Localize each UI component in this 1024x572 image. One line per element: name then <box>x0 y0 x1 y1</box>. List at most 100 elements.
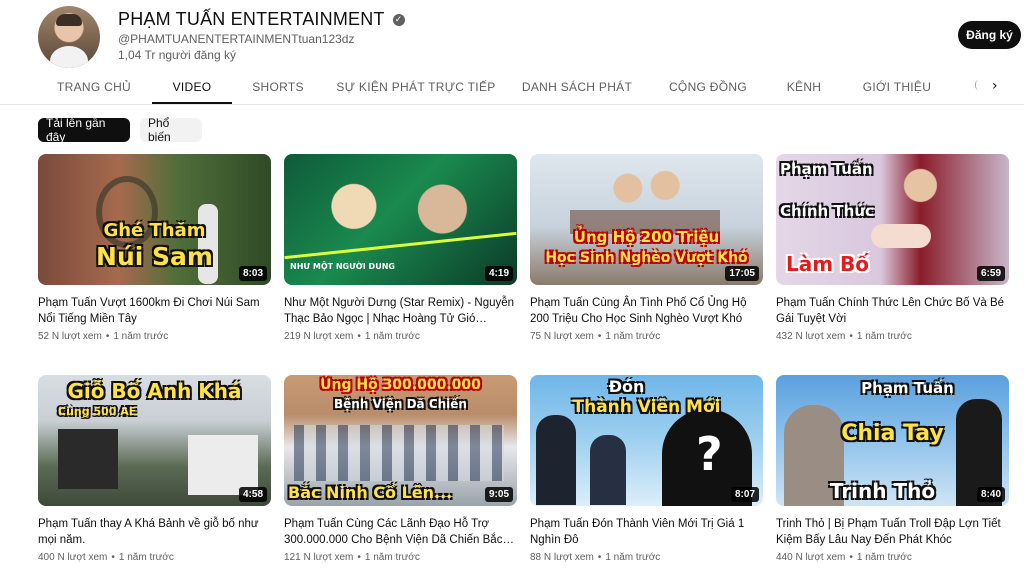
video-meta: 75 N lượt xem • 1 năm trước <box>530 331 763 342</box>
upload-age: 1 năm trước <box>364 552 420 563</box>
video-meta: 432 N lượt xem • 1 năm trước <box>776 331 1009 342</box>
view-count: 219 N lượt xem <box>284 331 354 342</box>
video-title[interactable]: Phạm Tuấn Cùng Ân Tình Phố Cổ Ủng Hộ 200… <box>530 295 763 327</box>
video-title[interactable]: Trinh Thỏ | Bị Phạm Tuấn Troll Đập Lợn T… <box>776 516 1009 548</box>
video-duration: 6:59 <box>976 266 1005 281</box>
video-duration: 8:40 <box>976 487 1005 502</box>
view-count: 400 N lượt xem <box>38 552 108 563</box>
thumbnail-text: Phạm Tuấn <box>861 379 954 397</box>
chip-recent[interactable]: Tải lên gần đây <box>38 116 130 144</box>
video-thumbnail[interactable]: Giỗ Bố Anh Khá Cùng 500 AE 4:58 <box>38 375 271 506</box>
thumbnail-text: Làm Bố <box>786 252 870 276</box>
thumbnail-text: Chia Tay <box>841 421 944 446</box>
view-count: 440 N lượt xem <box>776 552 846 563</box>
subscriber-count: 1,04 Tr người đăng ký <box>118 48 236 62</box>
upload-age: 1 năm trước <box>856 331 912 342</box>
video-duration: 4:58 <box>238 487 267 502</box>
meta-separator: • <box>597 552 602 563</box>
view-count: 52 N lượt xem <box>38 331 102 342</box>
video-title[interactable]: Phạm Tuấn Cùng Các Lãnh Đạo Hỗ Trợ 300.0… <box>284 516 517 548</box>
tab-live[interactable]: SỰ KIỆN PHÁT TRỰC TIẾP <box>332 72 500 102</box>
chevron-right-icon[interactable]: › <box>992 79 1006 93</box>
tab-videos[interactable]: VIDEO <box>152 72 232 104</box>
video-meta: 440 N lượt xem • 1 năm trước <box>776 552 1009 563</box>
video-duration: 4:19 <box>484 266 513 281</box>
thumbnail-text: Thành Viên Mới <box>572 397 721 417</box>
tab-shorts[interactable]: SHORTS <box>240 72 316 102</box>
channel-handle: @PHAMTUANENTERTAINMENTtuan123dz <box>118 32 355 46</box>
view-count: 432 N lượt xem <box>776 331 846 342</box>
video-card[interactable]: ? Đón Thành Viên Mới 8:07 Phạm Tuấn Đón … <box>530 375 763 563</box>
video-card[interactable]: Ủng Hộ 300.000.000 Bệnh Viện Dã Chiến Bắ… <box>284 375 517 563</box>
thumbnail-text: Phạm Tuấn <box>780 160 873 178</box>
video-card[interactable]: Ủng Hộ 200 Triệu Học Sinh Nghèo Vượt Khó… <box>530 154 763 342</box>
tab-channels[interactable]: KÊNH <box>776 72 832 102</box>
video-thumbnail[interactable]: NHƯ MỘT NGƯỜI DUNG 4:19 <box>284 154 517 285</box>
meta-separator: • <box>849 331 853 342</box>
thumbnail-text: Ghé Thăm <box>103 220 206 241</box>
channel-name: PHẠM TUẤN ENTERTAINMENT <box>118 9 385 29</box>
video-thumbnail[interactable]: Ủng Hộ 300.000.000 Bệnh Viện Dã Chiến Bắ… <box>284 375 517 506</box>
video-title[interactable]: Phạm Tuấn Vượt 1600km Đi Chơi Núi Sam Nổ… <box>38 295 271 327</box>
channel-tabs: TRANG CHỦ VIDEO SHORTS SỰ KIỆN PHÁT TRỰC… <box>38 72 1024 104</box>
video-thumbnail[interactable]: Ghé Thăm Núi Sam 8:03 <box>38 154 271 285</box>
video-meta: 52 N lượt xem • 1 năm trước <box>38 331 271 342</box>
meta-separator: • <box>357 552 361 563</box>
video-title[interactable]: Phạm Tuấn thay A Khá Bảnh về giỗ bố như … <box>38 516 271 548</box>
thumbnail-text: Học Sinh Nghèo Vượt Khó <box>545 250 748 266</box>
tab-search-icon[interactable] <box>975 80 980 90</box>
meta-separator: • <box>357 331 361 342</box>
thumbnail-text: Bệnh Viện Dã Chiến <box>334 397 467 411</box>
meta-separator: • <box>849 552 853 563</box>
video-title[interactable]: Như Một Người Dưng (Star Remix) - Nguyễn… <box>284 295 517 327</box>
tab-about[interactable]: GIỚI THIỆU <box>854 72 940 102</box>
video-duration: 8:07 <box>730 487 759 502</box>
thumbnail-text: Bắc Ninh Cố Lên... <box>288 483 453 502</box>
video-title[interactable]: Phạm Tuấn Chính Thức Lên Chức Bố Và Bé G… <box>776 295 1009 327</box>
thumbnail-text: Núi Sam <box>96 242 213 271</box>
video-meta: 121 N lượt xem • 1 năm trước <box>284 552 517 563</box>
upload-age: 1 năm trước <box>364 331 420 342</box>
view-count: 88 N lượt xem <box>530 552 594 563</box>
video-duration: 9:05 <box>484 487 513 502</box>
tabs-divider <box>0 104 1024 105</box>
meta-separator: • <box>105 331 110 342</box>
tab-home[interactable]: TRANG CHỦ <box>44 72 144 102</box>
thumbnail-text: NHƯ MỘT NGƯỜI DUNG <box>290 262 395 271</box>
chip-popular[interactable]: Phổ biến <box>140 116 202 144</box>
video-card[interactable]: Giỗ Bố Anh Khá Cùng 500 AE 4:58 Phạm Tuấ… <box>38 375 271 563</box>
video-duration: 8:03 <box>238 266 267 281</box>
video-thumbnail[interactable]: Phạm Tuấn Chính Thức Làm Bố 6:59 <box>776 154 1009 285</box>
upload-age: 1 năm trước <box>113 331 169 342</box>
subscribe-button[interactable]: Đăng ký <box>958 21 1021 49</box>
video-duration: 17:05 <box>725 266 759 281</box>
channel-avatar[interactable] <box>38 6 100 68</box>
meta-separator: • <box>597 331 602 342</box>
upload-age: 1 năm trước <box>856 552 912 563</box>
video-thumbnail[interactable]: Phạm Tuấn Chia Tay Trinh Thỏ 8:40 <box>776 375 1009 506</box>
video-title[interactable]: Phạm Tuấn Đón Thành Viên Mới Trị Giá 1 N… <box>530 516 763 548</box>
video-thumbnail[interactable]: ? Đón Thành Viên Mới 8:07 <box>530 375 763 506</box>
thumbnail-text: Đón <box>608 377 645 396</box>
video-card[interactable]: Phạm Tuấn Chính Thức Làm Bố 6:59 Phạm Tu… <box>776 154 1009 342</box>
video-meta: 88 N lượt xem • 1 năm trước <box>530 552 763 563</box>
video-thumbnail[interactable]: Ủng Hộ 200 Triệu Học Sinh Nghèo Vượt Khó… <box>530 154 763 285</box>
tab-community[interactable]: CỘNG ĐỒNG <box>662 72 754 102</box>
thumbnail-text: Trinh Thỏ <box>829 479 936 503</box>
view-count: 121 N lượt xem <box>284 552 354 563</box>
thumbnail-text: Cùng 500 AE <box>58 405 137 418</box>
video-meta: 219 N lượt xem • 1 năm trước <box>284 331 517 342</box>
tab-playlists[interactable]: DANH SÁCH PHÁT <box>516 72 638 102</box>
upload-age: 1 năm trước <box>118 552 174 563</box>
meta-separator: • <box>111 552 115 563</box>
video-card[interactable]: Ghé Thăm Núi Sam 8:03 Phạm Tuấn Vượt 160… <box>38 154 271 342</box>
video-card[interactable]: NHƯ MỘT NGƯỜI DUNG 4:19 Như Một Người Dư… <box>284 154 517 342</box>
thumbnail-text: Giỗ Bố Anh Khá <box>67 379 242 403</box>
video-meta: 400 N lượt xem • 1 năm trước <box>38 552 271 563</box>
verified-check-icon: ✓ <box>392 13 405 26</box>
video-card[interactable]: Phạm Tuấn Chia Tay Trinh Thỏ 8:40 Trinh … <box>776 375 1009 563</box>
upload-age: 1 năm trước <box>605 552 661 563</box>
channel-title: PHẠM TUẤN ENTERTAINMENT ✓ <box>118 9 405 30</box>
thumbnail-text: Ủng Hộ 200 Triệu <box>573 228 720 246</box>
view-count: 75 N lượt xem <box>530 331 594 342</box>
